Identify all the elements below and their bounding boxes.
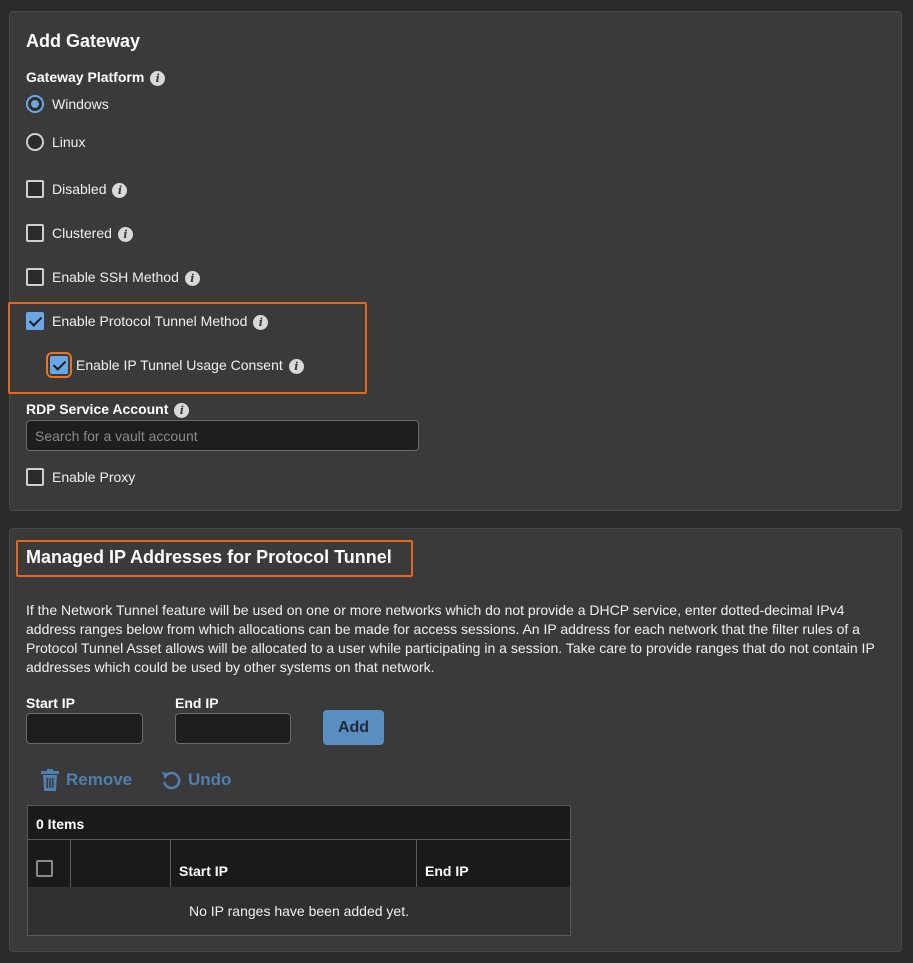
gateway-platform-label: Gateway Platform i [26, 69, 166, 86]
clustered-checkbox[interactable] [26, 224, 44, 242]
select-all-cell [28, 840, 71, 887]
enable-ssh-label: Enable SSH Method i [52, 268, 200, 286]
end-ip-label: End IP [175, 695, 219, 711]
info-icon[interactable]: i [150, 70, 166, 86]
add-gateway-title: Add Gateway [26, 31, 141, 51]
info-icon[interactable]: i [174, 402, 190, 418]
info-icon[interactable]: i [253, 314, 269, 330]
info-icon[interactable]: i [288, 358, 304, 374]
remove-button[interactable]: Remove [40, 769, 132, 791]
enable-ip-tunnel-consent-label: Enable IP Tunnel Usage Consent i [76, 356, 304, 374]
rdp-service-account-input[interactable] [26, 420, 419, 451]
enable-ip-tunnel-consent-checkbox[interactable] [46, 352, 72, 378]
spacer-column [71, 840, 171, 887]
table-header: Start IP End IP [28, 840, 570, 887]
end-ip-input[interactable] [175, 713, 291, 744]
managed-ip-description: If the Network Tunnel feature will be us… [26, 602, 875, 675]
add-gateway-panel: Add Gateway Gateway Platform i Windows Li… [8, 11, 902, 511]
radio-windows[interactable] [26, 95, 44, 113]
radio-linux-label: Linux [52, 134, 86, 150]
undo-button[interactable]: Undo [160, 769, 231, 791]
start-ip-input[interactable] [26, 713, 143, 744]
disabled-checkbox[interactable] [26, 180, 44, 198]
select-all-checkbox[interactable] [36, 860, 53, 877]
enable-proxy-label: Enable Proxy [52, 469, 136, 485]
start-ip-label: Start IP [26, 695, 76, 711]
clustered-label: Clustered i [52, 224, 133, 242]
managed-ip-title: Managed IP Addresses for Protocol Tunnel [26, 547, 392, 567]
column-end-ip[interactable]: End IP [417, 840, 570, 887]
enable-ssh-checkbox[interactable] [26, 268, 44, 286]
enable-protocol-tunnel-checkbox[interactable] [26, 312, 44, 330]
empty-table-message: No IP ranges have been added yet. [188, 903, 409, 919]
info-icon[interactable]: i [184, 270, 200, 286]
radio-linux[interactable] [26, 133, 44, 151]
radio-windows-label: Windows [52, 96, 109, 112]
disabled-label: Disabled i [52, 180, 128, 198]
enable-proxy-checkbox[interactable] [26, 468, 44, 486]
add-ip-range-button[interactable]: Add [323, 710, 384, 745]
undo-icon [161, 771, 181, 790]
enable-protocol-tunnel-label: Enable Protocol Tunnel Method i [52, 312, 269, 330]
trash-icon [41, 769, 59, 791]
managed-ip-panel: Managed IP Addresses for Protocol Tunnel… [9, 528, 902, 952]
info-icon[interactable]: i [112, 182, 128, 198]
column-start-ip[interactable]: Start IP [171, 840, 417, 887]
info-icon[interactable]: i [117, 226, 133, 242]
item-count: 0 Items [28, 806, 570, 840]
rdp-service-account-label: RDP Service Account i [26, 401, 190, 418]
ip-ranges-table: 0 Items Start IP End IP No IP ranges hav… [27, 805, 571, 936]
